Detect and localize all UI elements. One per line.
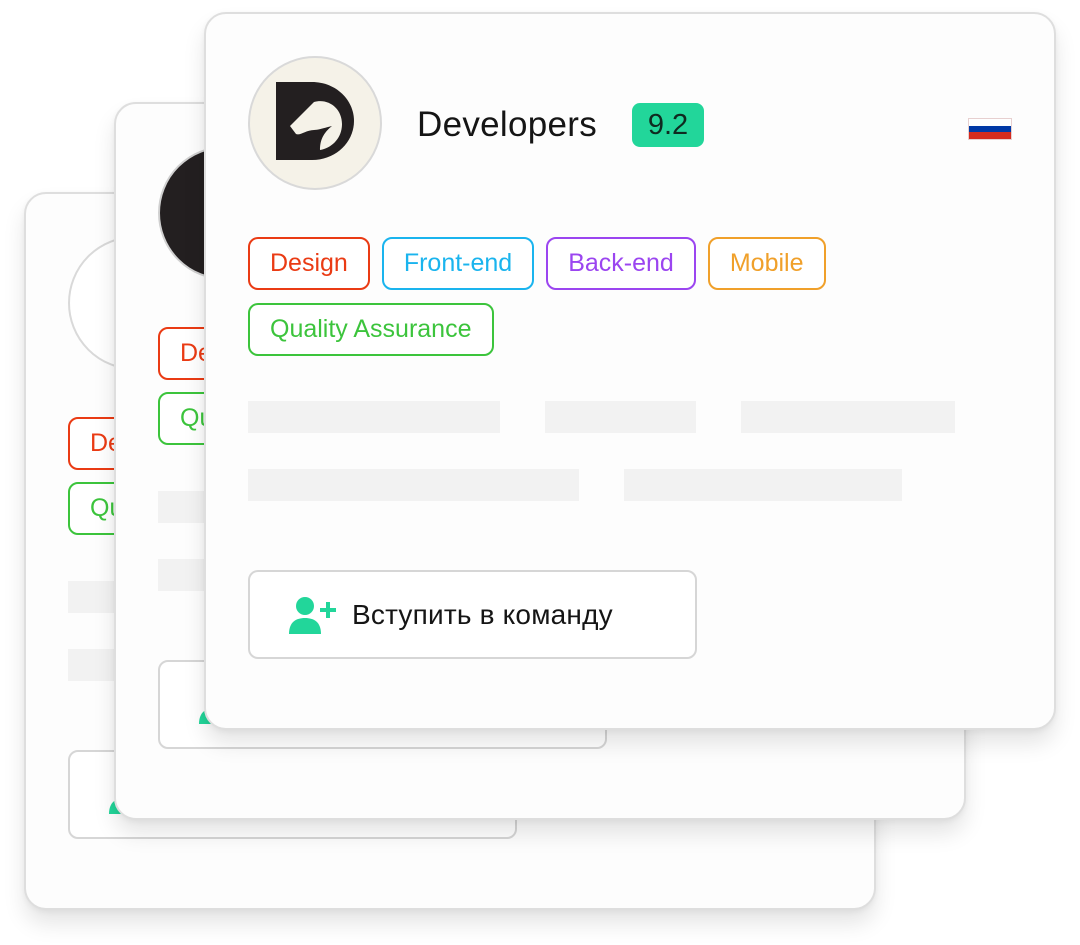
skeleton-line [248, 401, 500, 433]
skeleton-line [624, 469, 902, 501]
join-team-label: Вступить в команду [352, 598, 613, 630]
skeleton-line [545, 401, 696, 433]
team-card-developers[interactable]: Developers 9.2 Design Front-end Back-end… [204, 12, 1056, 730]
horse-d-logo-icon [274, 80, 356, 167]
tag-list: Design Front-end Back-end Mobile Quality… [248, 237, 948, 356]
skeleton-line [248, 469, 579, 501]
tag-quality-assurance[interactable]: Quality Assurance [248, 303, 494, 356]
russia-flag-icon [968, 118, 1012, 140]
team-name[interactable]: Developers [417, 104, 597, 146]
rating-badge: 9.2 [632, 103, 704, 147]
user-plus-icon [288, 596, 340, 634]
tag-design[interactable]: Design [248, 237, 370, 290]
tag-front-end[interactable]: Front-end [381, 237, 535, 290]
skeleton-line [741, 401, 955, 433]
tag-mobile[interactable]: Mobile [707, 237, 826, 290]
join-team-button[interactable]: Вступить в команду [248, 570, 697, 659]
tag-back-end[interactable]: Back-end [546, 237, 696, 290]
team-avatar [248, 56, 382, 190]
